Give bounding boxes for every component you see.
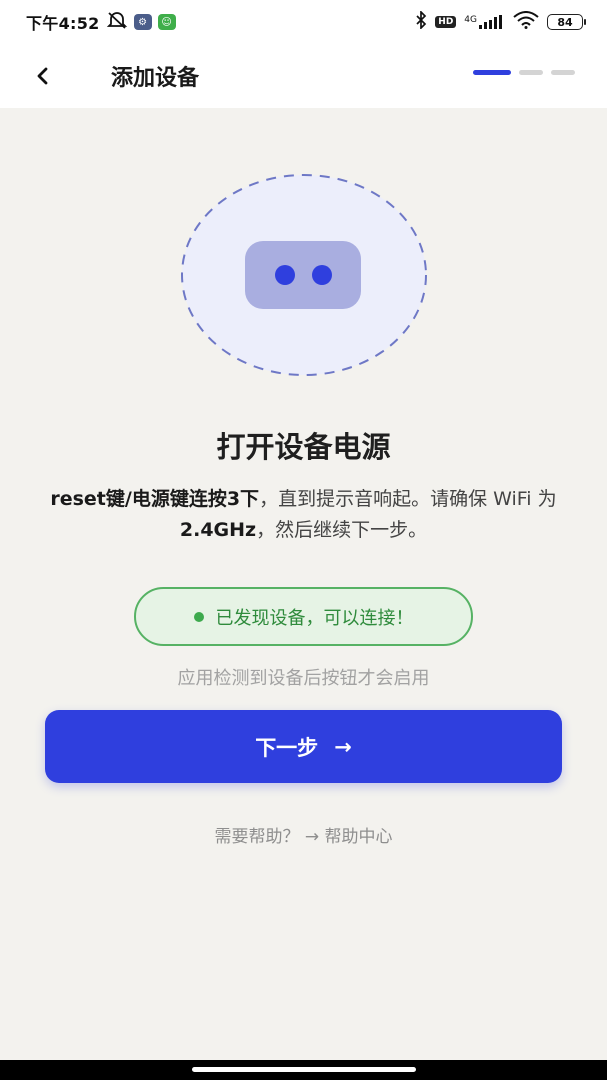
app-notification-icon: ☺ xyxy=(157,14,176,30)
back-button[interactable] xyxy=(24,58,60,94)
next-step-button[interactable]: 下一步 → xyxy=(45,710,562,783)
device-icon xyxy=(245,241,361,309)
step-indicator-2 xyxy=(519,70,543,75)
instruction-title: 打开设备电源 xyxy=(216,430,391,464)
desc-text-1: ，直到提示音响起。请确保 WiFi 为 xyxy=(259,488,557,510)
wifi-icon xyxy=(513,11,539,33)
arrow-right-icon: → xyxy=(334,734,352,759)
mute-icon xyxy=(106,11,128,33)
device-found-badge: 已发现设备，可以连接！ xyxy=(134,587,473,646)
help-center-link[interactable]: → 帮助中心 xyxy=(305,827,393,847)
next-step-label: 下一步 xyxy=(255,735,319,760)
home-indicator[interactable] xyxy=(192,1067,416,1072)
gear-icon: ⚙ xyxy=(133,14,152,30)
step-indicator-1 xyxy=(473,70,511,75)
device-found-text: 已发现设备，可以连接！ xyxy=(215,607,414,629)
bluetooth-icon xyxy=(415,9,427,33)
chevron-left-icon xyxy=(37,67,48,85)
device-light-left xyxy=(275,265,295,285)
status-left: 下午4:52 ⚙ ☺ xyxy=(26,10,176,34)
device-illustration xyxy=(180,173,428,377)
network-type: 4G xyxy=(464,15,477,25)
status-right: HD 4G 84 xyxy=(415,9,586,33)
enable-hint: 应用检测到设备后按钮才会启用 xyxy=(177,668,430,689)
status-time: 下午4:52 xyxy=(26,14,100,33)
step-indicator xyxy=(473,70,575,75)
help-prefix: 需要帮助？ xyxy=(214,827,300,847)
desc-bold-frequency: 2.4GHz xyxy=(179,519,257,541)
device-light-right xyxy=(312,265,332,285)
instruction-description: reset键/电源键连按3下，直到提示音响起。请确保 WiFi 为 2.4GHz… xyxy=(40,484,567,546)
status-dot-icon xyxy=(193,611,204,622)
status-bar: 下午4:52 ⚙ ☺ HD 4G 84 xyxy=(0,0,607,44)
app-header: 添加设备 xyxy=(0,44,607,108)
page-title: 添加设备 xyxy=(111,66,200,91)
signal-icon: 4G xyxy=(464,15,505,29)
hd-badge: HD xyxy=(435,16,457,28)
desc-text-2: ，然后继续下一步。 xyxy=(256,519,428,541)
help-row: 需要帮助？ → 帮助中心 xyxy=(0,822,607,847)
system-nav-bar xyxy=(0,1060,607,1080)
step-indicator-3 xyxy=(551,70,575,75)
desc-bold-reset: reset键/电源键连按3下 xyxy=(50,488,260,510)
battery-icon: 84 xyxy=(547,14,586,30)
